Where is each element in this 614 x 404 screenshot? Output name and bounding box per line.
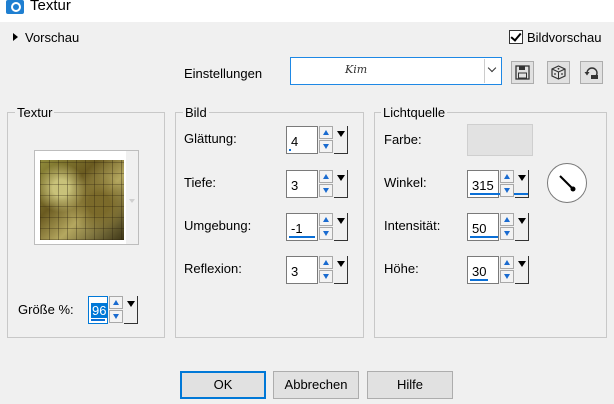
- help-button[interactable]: Hilfe: [367, 371, 453, 399]
- reflexion-label: Reflexion:: [184, 261, 242, 276]
- umgebung-value: -1: [291, 221, 303, 236]
- farbe-label: Farbe:: [384, 132, 422, 147]
- checkmark-icon: [510, 30, 522, 42]
- reflexion-value: 3: [291, 264, 299, 279]
- glattung-label: Glättung:: [184, 131, 237, 146]
- light-color-swatch[interactable]: [467, 124, 533, 156]
- glattung-input[interactable]: 4: [286, 126, 318, 154]
- spin-down-icon[interactable]: [500, 227, 514, 240]
- tiefe-label: Tiefe:: [184, 175, 217, 190]
- texture-thumbnail[interactable]: [40, 160, 124, 240]
- hohe-value: 30: [472, 264, 487, 279]
- spin-down-icon[interactable]: [319, 227, 333, 240]
- spin-down-icon[interactable]: [319, 140, 333, 153]
- lichtquelle-group-title: Lichtquelle: [381, 105, 448, 120]
- winkel-label: Winkel:: [384, 175, 427, 190]
- preset-dropdown-button[interactable]: [484, 59, 500, 83]
- spin-down-icon[interactable]: [109, 310, 123, 323]
- angle-needle-icon: [559, 175, 576, 192]
- spin-down-icon[interactable]: [500, 270, 514, 283]
- size-dropdown[interactable]: [124, 296, 138, 324]
- texture-scrollbar[interactable]: [126, 151, 138, 244]
- settings-label: Einstellungen: [184, 66, 263, 81]
- reflexion-updown[interactable]: [319, 256, 333, 284]
- intensitat-input[interactable]: 50: [467, 213, 499, 241]
- glattung-value: 4: [291, 134, 299, 149]
- bild-group-title: Bild: [183, 105, 209, 120]
- winkel-input[interactable]: 315: [467, 170, 528, 198]
- umgebung-updown[interactable]: [319, 213, 333, 241]
- hohe-dropdown[interactable]: [515, 256, 529, 284]
- umgebung-label: Umgebung:: [184, 218, 252, 233]
- glattung-slider-bar[interactable]: [289, 149, 291, 151]
- tiefe-updown[interactable]: [319, 170, 333, 198]
- spin-up-icon[interactable]: [500, 256, 514, 269]
- hohe-label: Höhe:: [384, 261, 419, 276]
- umgebung-slider-bar[interactable]: [289, 236, 315, 238]
- glattung-dropdown[interactable]: [334, 126, 348, 154]
- dice-icon: [551, 65, 566, 80]
- umgebung-dropdown[interactable]: [334, 213, 348, 241]
- chevron-down-icon: [487, 63, 497, 73]
- glattung-updown[interactable]: [319, 126, 333, 154]
- spin-up-icon[interactable]: [319, 170, 333, 183]
- size-value: 96: [91, 303, 108, 318]
- ok-button[interactable]: OK: [180, 371, 266, 399]
- textur-group-title: Textur: [15, 105, 55, 120]
- reflexion-input[interactable]: 3: [286, 256, 318, 284]
- intensitat-slider-bar[interactable]: [470, 236, 498, 238]
- spin-up-icon[interactable]: [319, 213, 333, 226]
- tiefe-value: 3: [291, 178, 299, 193]
- reset-button[interactable]: [580, 61, 603, 84]
- size-input[interactable]: 96: [88, 296, 108, 324]
- save-preset-button[interactable]: [511, 61, 534, 84]
- bildvorschau-label[interactable]: Bildvorschau: [527, 30, 601, 45]
- size-slider-bar[interactable]: [91, 319, 105, 321]
- preview-toggle[interactable]: Vorschau: [25, 30, 79, 45]
- bildvorschau-checkbox[interactable]: [509, 30, 523, 44]
- winkel-dropdown[interactable]: [515, 170, 529, 198]
- hohe-slider-bar[interactable]: [470, 279, 488, 281]
- window-title: Textur: [30, 0, 71, 14]
- spin-up-icon[interactable]: [500, 170, 514, 183]
- tiefe-dropdown[interactable]: [334, 170, 348, 198]
- winkel-value: 315: [472, 178, 494, 193]
- texture-preview-frame[interactable]: [34, 150, 139, 245]
- spin-up-icon[interactable]: [500, 213, 514, 226]
- expand-arrow-icon[interactable]: [13, 33, 18, 41]
- preset-combobox[interactable]: Kim: [290, 57, 502, 85]
- spin-down-icon[interactable]: [500, 184, 514, 197]
- reset-arrow-icon: [584, 67, 598, 79]
- floppy-disk-icon: [515, 65, 530, 80]
- random-button[interactable]: [547, 61, 570, 84]
- intensitat-value: 50: [472, 221, 487, 236]
- spin-up-icon[interactable]: [109, 296, 123, 309]
- spin-up-icon[interactable]: [319, 256, 333, 269]
- reflexion-dropdown[interactable]: [334, 256, 348, 284]
- winkel-updown[interactable]: [500, 170, 514, 198]
- intensitat-updown[interactable]: [500, 213, 514, 241]
- title-bar: [0, 0, 614, 22]
- hohe-input[interactable]: 30: [467, 256, 499, 284]
- spin-down-icon[interactable]: [319, 270, 333, 283]
- cancel-button[interactable]: Abbrechen: [273, 371, 359, 399]
- hohe-updown[interactable]: [500, 256, 514, 284]
- angle-dial[interactable]: [547, 163, 587, 203]
- intensitat-label: Intensität:: [384, 218, 441, 233]
- spin-down-icon[interactable]: [319, 184, 333, 197]
- app-icon: [6, 0, 24, 14]
- size-label: Größe %:: [18, 302, 74, 317]
- preset-value: Kim: [345, 63, 368, 76]
- umgebung-input[interactable]: -1: [286, 213, 318, 241]
- size-updown[interactable]: [109, 296, 123, 324]
- spin-up-icon[interactable]: [319, 126, 333, 139]
- tiefe-input[interactable]: 3: [286, 170, 318, 198]
- intensitat-dropdown[interactable]: [515, 213, 529, 241]
